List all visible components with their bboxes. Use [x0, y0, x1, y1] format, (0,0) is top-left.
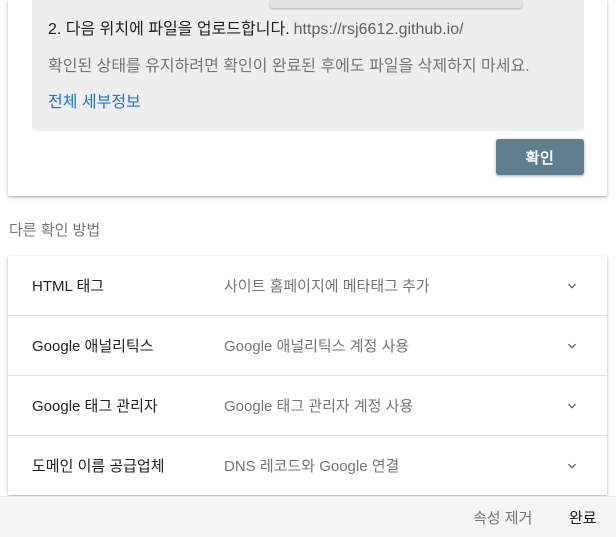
other-methods-title: 다른 확인 방법	[9, 222, 101, 239]
chevron-down-icon[interactable]	[564, 458, 580, 474]
keep-file-note: 확인된 상태를 유지하려면 확인이 완료된 후에도 파일을 삭제하지 마세요.	[48, 58, 530, 75]
method-name: Google 태그 관리자	[32, 398, 158, 415]
method-google-tag-manager[interactable]: Google 태그 관리자 Google 태그 관리자 계정 사용	[8, 376, 607, 436]
tooltip-popup	[270, 0, 522, 8]
full-details-link[interactable]: 전체 세부정보	[48, 88, 141, 112]
method-domain-provider[interactable]: 도메인 이름 공급업체 DNS 레코드와 Google 연결	[8, 436, 607, 495]
other-methods-list: HTML 태그 사이트 홈페이지에 메타태그 추가 Google 애널리틱스 G…	[8, 256, 607, 495]
method-google-analytics[interactable]: Google 애널리틱스 Google 애널리틱스 계정 사용	[8, 316, 607, 376]
verification-card: 2. 다음 위치에 파일을 업로드합니다. https://rsj6612.git…	[8, 0, 607, 196]
method-description: Google 태그 관리자 계정 사용	[224, 398, 414, 415]
method-name: HTML 태그	[32, 278, 105, 295]
upload-url: https://rsj6612.github.io/	[293, 21, 464, 38]
chevron-down-icon[interactable]	[564, 398, 580, 414]
done-button[interactable]: 완료	[559, 497, 607, 537]
upload-step: 2. 다음 위치에 파일을 업로드합니다. https://rsj6612.git…	[48, 15, 464, 39]
instruction-box: 2. 다음 위치에 파일을 업로드합니다. https://rsj6612.git…	[32, 0, 584, 131]
dialog-footer: 속성 제거 완료	[0, 496, 616, 537]
method-html-tag[interactable]: HTML 태그 사이트 홈페이지에 메타태그 추가	[8, 256, 607, 316]
remove-property-button[interactable]: 속성 제거	[463, 497, 542, 537]
method-description: 사이트 홈페이지에 메타태그 추가	[224, 278, 430, 295]
verify-button[interactable]: 확인	[496, 139, 584, 175]
chevron-down-icon[interactable]	[564, 338, 580, 354]
method-description: Google 애널리틱스 계정 사용	[224, 338, 410, 355]
method-name: 도메인 이름 공급업체	[32, 458, 165, 475]
method-description: DNS 레코드와 Google 연결	[224, 458, 400, 475]
upload-step-text: 2. 다음 위치에 파일을 업로드합니다.	[48, 21, 290, 38]
chevron-down-icon[interactable]	[564, 278, 580, 294]
method-name: Google 애널리틱스	[32, 338, 154, 355]
